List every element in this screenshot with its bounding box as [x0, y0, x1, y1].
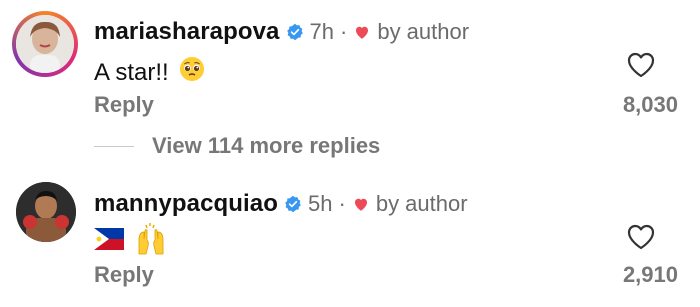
like-count: 8,030 — [622, 92, 678, 117]
comment-mariasharapova: mariasharapova 7h · by author A star!! R… — [0, 0, 700, 130]
red-heart-icon — [353, 23, 371, 41]
username[interactable]: mannypacquiao — [94, 190, 278, 218]
reply-button[interactable]: Reply — [94, 92, 154, 118]
username[interactable]: mariasharapova — [94, 18, 280, 46]
comment-text — [94, 222, 168, 263]
timestamp: 7h — [309, 19, 334, 44]
avatar[interactable] — [16, 182, 76, 242]
comment-text: A star!! — [94, 56, 205, 89]
comment-header: mannypacquiao 5h · by author — [94, 190, 468, 218]
comment-header: mariasharapova 7h · by author — [94, 18, 469, 46]
timestamp: 5h — [308, 191, 333, 216]
separator-dot: · — [338, 191, 346, 216]
pleading-face-emoji — [179, 56, 205, 89]
like-count: 2,910 — [622, 262, 678, 287]
separator-dot: · — [340, 19, 348, 44]
avatar — [16, 15, 74, 73]
verified-badge-icon — [284, 195, 302, 213]
red-heart-icon — [352, 195, 370, 213]
verified-badge-icon — [286, 23, 304, 41]
by-author-label: by author — [375, 191, 468, 216]
avatar-story-ring[interactable] — [12, 11, 78, 77]
comment-body: A star!! — [94, 58, 169, 86]
view-more-replies-button[interactable]: View 114 more replies — [94, 133, 380, 159]
heart-outline-icon[interactable] — [626, 223, 656, 251]
view-more-replies-label: View 114 more replies — [152, 133, 381, 158]
by-author-label: by author — [377, 19, 470, 44]
divider-line — [94, 145, 134, 147]
reply-button[interactable]: Reply — [94, 262, 154, 288]
heart-outline-icon[interactable] — [626, 51, 656, 79]
philippines-flag-emoji — [94, 228, 124, 257]
raised-hands-emoji — [134, 222, 168, 263]
